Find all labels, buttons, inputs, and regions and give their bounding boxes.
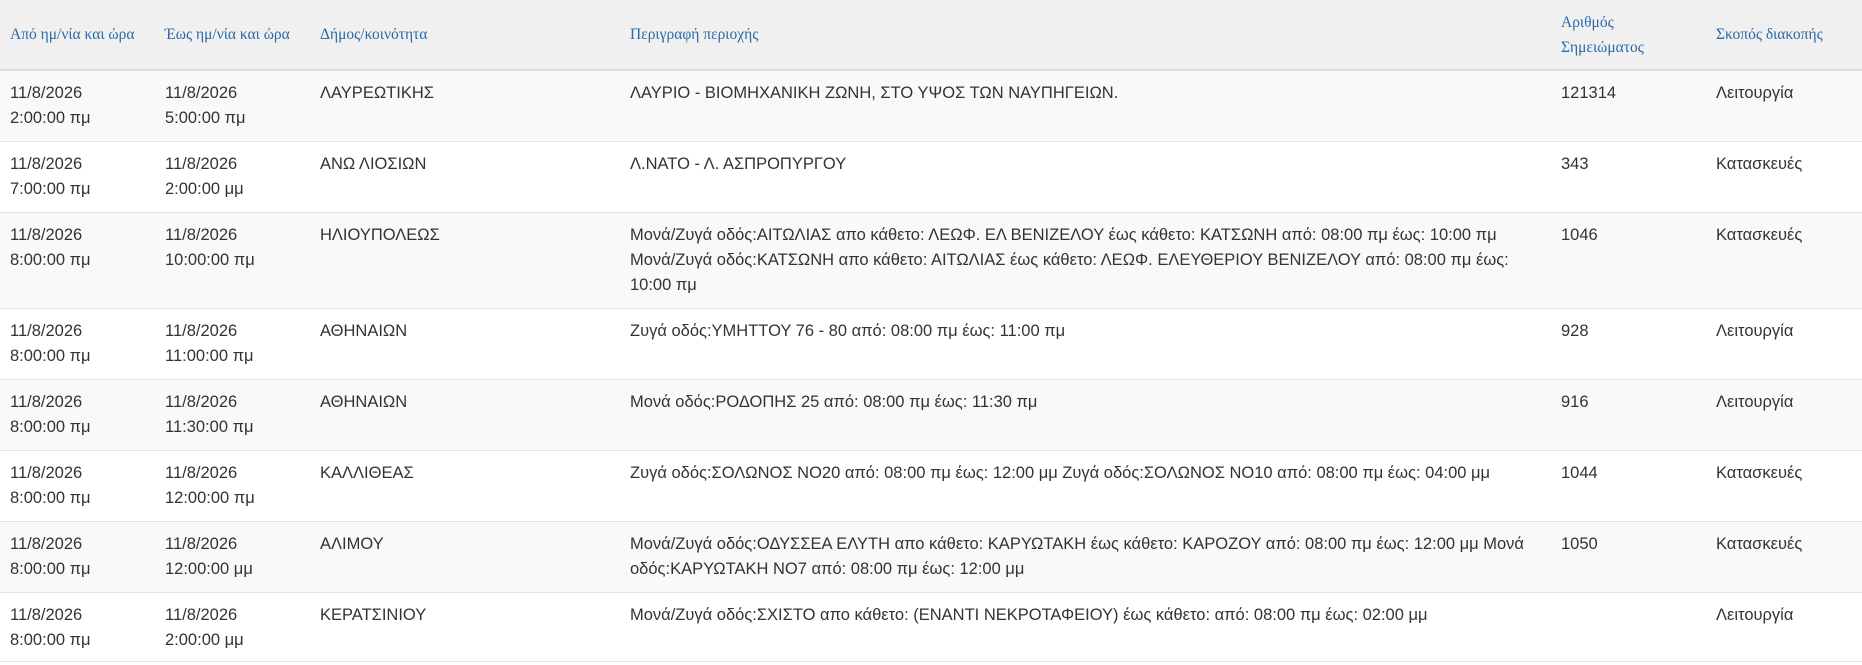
cell-purpose: Λειτουργία [1716,322,1794,340]
table-row: 11/8/2026 8:00:00 πμ 11/8/2026 12:00:00 πμ… [0,450,1862,522]
table-row: 11/8/2026 8:00:00 πμ 11/8/2026 2:00:00 μμ … [0,592,1862,662]
from-date: 11/8/2026 [10,155,83,173]
from-time: 8:00:00 πμ [10,631,91,649]
table-row: 11/8/2026 8:00:00 πμ 11/8/2026 11:30:00 πμ… [0,379,1862,451]
from-time: 8:00:00 πμ [10,347,91,365]
cell-purpose: Κατασκευές [1716,155,1803,173]
cell-to: 11/8/2026 11:30:00 πμ [155,380,310,451]
cell-number: 1046 [1561,226,1598,244]
cell-from: 11/8/2026 8:00:00 πμ [0,309,155,380]
from-date: 11/8/2026 [10,606,83,624]
cell-to: 11/8/2026 12:00:00 πμ [155,451,310,522]
cell-purpose: Λειτουργία [1716,84,1794,102]
cell-number: 1050 [1561,535,1598,553]
cell-municipality: ΛΑΥΡΕΩΤΙΚΗΣ [320,84,434,102]
cell-number: 928 [1561,322,1589,340]
to-time: 11:00:00 πμ [165,347,254,365]
header-to[interactable]: Έως ημ/νία και ώρα [155,0,310,70]
cell-description: Ζυγά οδός:ΣΟΛΩΝΟΣ ΝΟ20 από: 08:00 πμ έως… [630,464,1491,482]
cell-purpose: Κατασκευές [1716,535,1803,553]
cell-municipality: ΑΝΩ ΛΙΟΣΙΩΝ [320,155,427,173]
table-row: 11/8/2026 8:00:00 πμ 11/8/2026 12:00:00 μμ… [0,521,1862,593]
cell-municipality: ΚΑΛΛΙΘΕΑΣ [320,464,414,482]
cell-to: 11/8/2026 2:00:00 μμ [155,142,310,213]
to-date: 11/8/2026 [165,535,238,553]
cell-description: Μονά/Ζυγά οδός:ΣΧΙΣΤΟ απο κάθετο: (ΕΝΑΝΤ… [630,606,1428,624]
from-date: 11/8/2026 [10,464,83,482]
header-row: Από ημ/νία και ώρα Έως ημ/νία και ώρα Δή… [0,0,1862,70]
table-row: 11/8/2026 7:00:00 πμ 11/8/2026 2:00:00 μμ … [0,141,1862,213]
cell-municipality: ΑΛΙΜΟΥ [320,535,384,553]
cell-number [1551,593,1706,662]
cell-municipality: ΑΘΗΝΑΙΩΝ [320,393,408,411]
to-date: 11/8/2026 [165,226,238,244]
cell-description: Μονά/Ζυγά οδός:ΟΔΥΣΣΕΑ ΕΛΥΤΗ απο κάθετο:… [630,535,1524,578]
cell-purpose: Λειτουργία [1716,606,1794,624]
cell-from: 11/8/2026 8:00:00 πμ [0,593,155,662]
to-date: 11/8/2026 [165,84,238,102]
cell-description: ΛΑΥΡΙΟ - ΒΙΟΜΗΧΑΝΙΚΗ ΖΩΝΗ, ΣΤΟ ΥΨΟΣ ΤΩΝ … [630,84,1119,102]
from-date: 11/8/2026 [10,535,83,553]
to-time: 12:00:00 μμ [165,560,253,578]
outages-table: Από ημ/νία και ώρα Έως ημ/νία και ώρα Δή… [0,0,1862,662]
cell-from: 11/8/2026 8:00:00 πμ [0,451,155,522]
header-municipality[interactable]: Δήμος/κοινότητα [310,0,620,70]
cell-to: 11/8/2026 12:00:00 μμ [155,522,310,593]
cell-from: 11/8/2026 2:00:00 πμ [0,70,155,142]
header-from[interactable]: Από ημ/νία και ώρα [0,0,155,70]
cell-description: Λ.ΝΑΤΟ - Λ. ΑΣΠΡΟΠΥΡΓΟΥ [630,155,847,173]
from-date: 11/8/2026 [10,322,83,340]
to-time: 2:00:00 μμ [165,180,244,198]
from-time: 8:00:00 πμ [10,489,91,507]
table-row: 11/8/2026 8:00:00 πμ 11/8/2026 10:00:00 πμ… [0,212,1862,309]
header-number[interactable]: Αριθμός Σημειώματος [1551,0,1706,70]
to-time: 12:00:00 πμ [165,489,255,507]
cell-from: 11/8/2026 7:00:00 πμ [0,142,155,213]
header-purpose[interactable]: Σκοπός διακοπής [1706,0,1862,70]
cell-number: 343 [1561,155,1589,173]
table-row: 11/8/2026 2:00:00 πμ 11/8/2026 5:00:00 πμ … [0,70,1862,142]
cell-description: Μονά/Ζυγά οδός:ΑΙΤΩΛΙΑΣ απο κάθετο: ΛΕΩΦ… [630,226,1509,294]
to-time: 11:30:00 πμ [165,418,254,436]
from-date: 11/8/2026 [10,226,83,244]
table-header: Από ημ/νία και ώρα Έως ημ/νία και ώρα Δή… [0,0,1862,70]
cell-number: 1044 [1561,464,1598,482]
from-time: 7:00:00 πμ [10,180,91,198]
cell-purpose: Λειτουργία [1716,393,1794,411]
table-body: 11/8/2026 2:00:00 πμ 11/8/2026 5:00:00 πμ … [0,70,1862,662]
cell-description: Μονά οδός:ΡΟΔΟΠΗΣ 25 από: 08:00 πμ έως: … [630,393,1038,411]
to-date: 11/8/2026 [165,606,238,624]
cell-number: 916 [1561,393,1589,411]
cell-to: 11/8/2026 2:00:00 μμ [155,593,310,662]
to-date: 11/8/2026 [165,464,238,482]
to-date: 11/8/2026 [165,393,238,411]
cell-number: 121314 [1561,84,1617,102]
cell-from: 11/8/2026 8:00:00 πμ [0,380,155,451]
cell-description: Ζυγά οδός:ΥΜΗΤΤΟΥ 76 - 80 από: 08:00 πμ … [630,322,1066,340]
from-time: 8:00:00 πμ [10,251,91,269]
cell-to: 11/8/2026 11:00:00 πμ [155,309,310,380]
cell-from: 11/8/2026 8:00:00 πμ [0,213,155,309]
cell-purpose: Κατασκευές [1716,226,1803,244]
from-time: 8:00:00 πμ [10,560,91,578]
to-time: 5:00:00 πμ [165,109,246,127]
cell-purpose: Κατασκευές [1716,464,1803,482]
cell-municipality: ΑΘΗΝΑΙΩΝ [320,322,408,340]
to-date: 11/8/2026 [165,322,238,340]
table-row: 11/8/2026 8:00:00 πμ 11/8/2026 11:00:00 πμ… [0,308,1862,380]
to-time: 2:00:00 μμ [165,631,244,649]
from-date: 11/8/2026 [10,393,83,411]
cell-from: 11/8/2026 8:00:00 πμ [0,522,155,593]
header-description[interactable]: Περιγραφή περιοχής [620,0,1551,70]
to-time: 10:00:00 πμ [165,251,255,269]
from-date: 11/8/2026 [10,84,83,102]
from-time: 8:00:00 πμ [10,418,91,436]
cell-municipality: ΚΕΡΑΤΣΙΝΙΟΥ [320,606,427,624]
cell-to: 11/8/2026 5:00:00 πμ [155,70,310,142]
cell-to: 11/8/2026 10:00:00 πμ [155,213,310,309]
to-date: 11/8/2026 [165,155,238,173]
cell-municipality: ΗΛΙΟΥΠΟΛΕΩΣ [320,226,440,244]
from-time: 2:00:00 πμ [10,109,91,127]
